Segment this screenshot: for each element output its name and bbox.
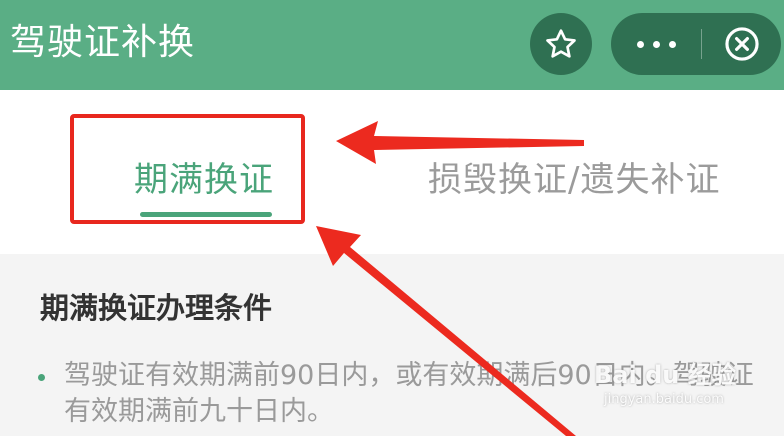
watermark-url: jingyan.baidu.com: [604, 392, 724, 407]
close-circle-icon: [724, 27, 759, 61]
more-dots-icon: [636, 40, 676, 48]
tab-damage-loss-replacement[interactable]: 损毁换证/遗失补证: [428, 158, 720, 202]
star-icon: [546, 29, 576, 58]
mini-program-capsule: [611, 13, 781, 75]
active-tab-indicator: [140, 212, 272, 217]
section-title: 期满换证办理条件: [40, 291, 273, 325]
more-button[interactable]: [611, 13, 701, 75]
tab-expiry-renewal[interactable]: 期满换证: [134, 158, 274, 202]
header-bar: 驾驶证补换: [0, 0, 784, 90]
close-button[interactable]: [702, 13, 781, 75]
tab-bar: 期满换证 损毁换证/遗失补证: [0, 90, 784, 254]
page-title: 驾驶证补换: [10, 22, 196, 63]
favorite-button[interactable]: [530, 13, 592, 75]
bullet-dot: [38, 374, 45, 381]
baidu-watermark: Bai du 经验 jingyan.baidu.com: [594, 360, 754, 420]
watermark-logo: Bai du 经验: [594, 361, 736, 389]
page: 驾驶证补换 期满换证 损毁换证/遗失补证 期满换证办理条件 驾驶证有效期满前90…: [0, 0, 784, 436]
